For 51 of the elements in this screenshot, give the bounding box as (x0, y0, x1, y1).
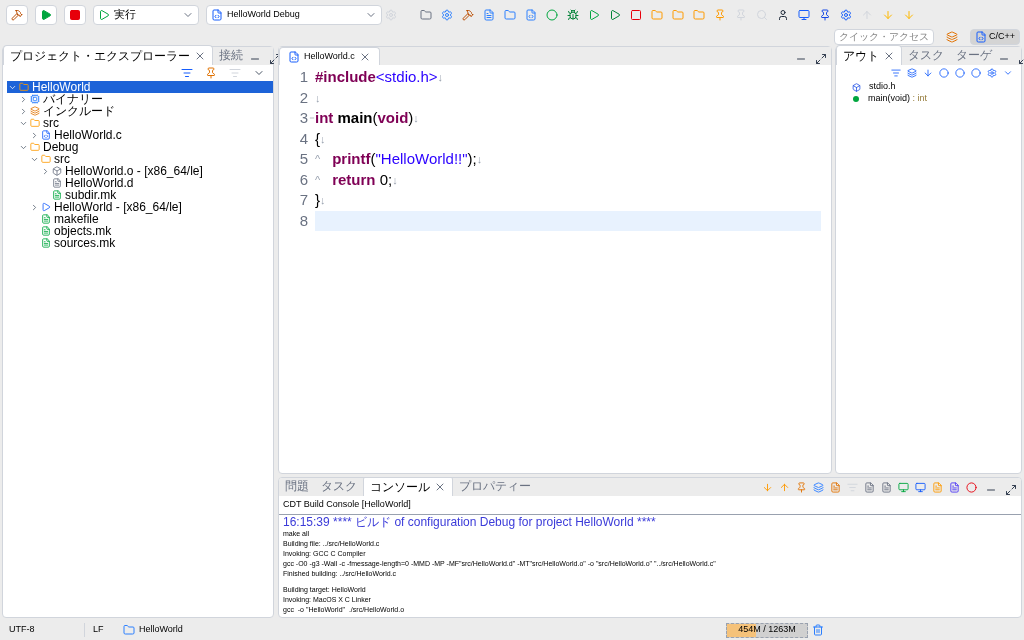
tree-item[interactable]: インクルード (18, 105, 273, 117)
tree-item[interactable]: HelloWorld.d (40, 177, 273, 189)
code-line: ^ return 0;↓ (315, 169, 399, 190)
heap-reading: 454M / 1263M (738, 623, 796, 637)
console-line: 16:15:39 **** ビルド of configuration Debug for project HelloWorld **** (283, 514, 657, 529)
code-line: int main(void)↓ (315, 108, 420, 128)
tree-item[interactable]: Debug (18, 141, 273, 153)
panel-tab[interactable]: 問題 (279, 478, 315, 496)
line-number: 1 (298, 67, 309, 87)
panel-tab[interactable]: タスク (315, 478, 363, 496)
panel-tab[interactable]: アウト (836, 45, 902, 65)
panel-tab[interactable]: プロジェクト・エクスプローラー (3, 45, 213, 65)
line-number: 3 (298, 108, 309, 128)
line-number: 8 (298, 210, 309, 231)
tree-item[interactable]: HelloWorld (7, 81, 273, 93)
panel-tab[interactable]: タスク (902, 45, 950, 65)
line-delimiter-status: LF (84, 623, 120, 637)
tree-item[interactable]: HelloWorld.c (29, 129, 273, 141)
line-number: 4 (298, 128, 309, 149)
encoding-status: UTF-8 (8, 623, 36, 637)
line-number: 2 (298, 87, 309, 108)
tree-item[interactable]: sources.mk (29, 237, 273, 249)
perspective-button[interactable]: C/C++ (970, 28, 1020, 45)
launch-config-dropdown[interactable]: HelloWorld Debug (206, 4, 382, 25)
code-line: ^ printf("HelloWorld!!");↓ (315, 149, 484, 169)
outline-item[interactable]: main(void) : int (836, 93, 1021, 105)
project-status: HelloWorld (139, 623, 183, 637)
code-line: }↓ (315, 190, 327, 210)
code-line: {↓ (315, 128, 327, 149)
line-number: 6 (298, 169, 309, 190)
line-number: 5 (298, 149, 309, 169)
console-title: CDT Build Console [HelloWorld] (279, 496, 1021, 515)
tree-item[interactable]: src (18, 117, 273, 129)
tree-item[interactable]: objects.mk (29, 225, 273, 237)
tree-item[interactable]: subdir.mk (40, 189, 273, 201)
panel-tab[interactable]: ターゲ (950, 45, 998, 65)
quick-access-field[interactable]: クイック・アクセス (834, 28, 934, 45)
tree-item[interactable]: バイナリー (18, 93, 273, 105)
code-line: #include<stdio.h>↓ (315, 67, 445, 87)
panel-tab[interactable]: コンソール (363, 478, 453, 496)
panel-tab[interactable]: 接続 (213, 45, 249, 65)
code-line: ↓ (315, 90, 322, 106)
panel-tab[interactable]: プロパティー (453, 478, 537, 496)
tree-item[interactable]: HelloWorld.o - [x86_64/le] (40, 165, 273, 177)
tree-item[interactable]: src (29, 153, 273, 165)
tree-item[interactable]: makefile (29, 213, 273, 225)
run-mode-dropdown[interactable]: 実行 (93, 4, 199, 25)
tree-item[interactable]: HelloWorld - [x86_64/le] (29, 201, 273, 213)
line-number: 7 (298, 190, 309, 210)
editor-tab[interactable]: HelloWorld.c (279, 47, 380, 65)
outline-item[interactable]: stdio.h (836, 81, 1021, 93)
